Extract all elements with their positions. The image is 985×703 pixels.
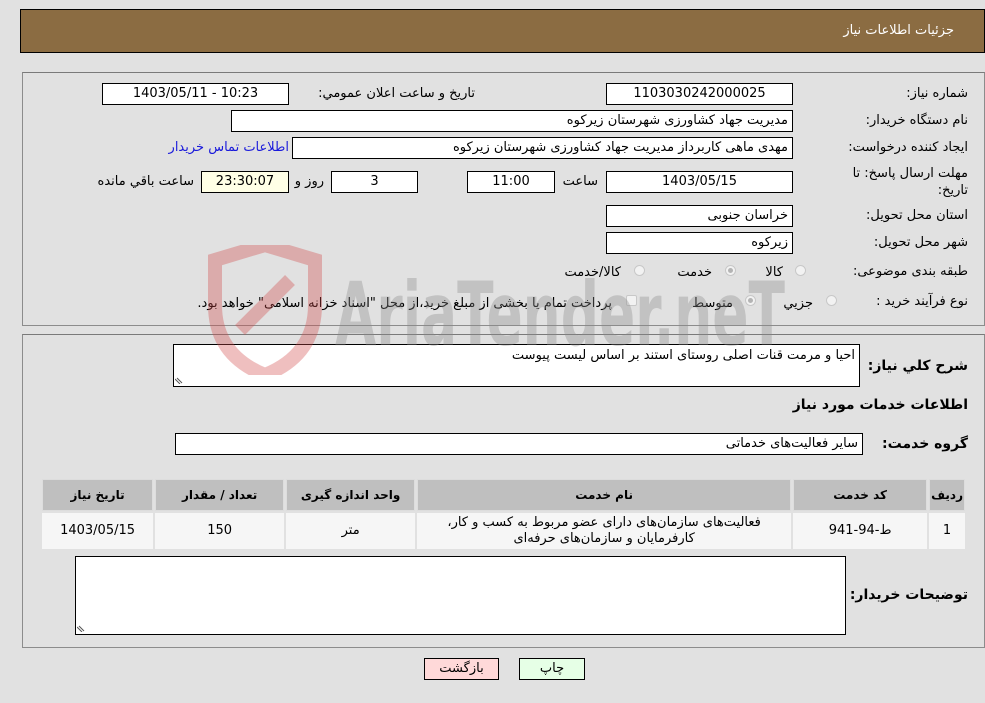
page-title: جزئیات اطلاعات نیاز (843, 23, 954, 38)
col-need-date: تاریخ نیاز (42, 479, 154, 511)
description-field[interactable]: احیا و مرمت قنات اصلی روستای استند بر اس… (173, 344, 860, 387)
cell-quantity: 150 (155, 513, 285, 549)
purchase-option-medium: متوسط (692, 296, 733, 311)
buyer-notes-label: توضیحات خریدار: (849, 587, 968, 603)
treasury-checkbox[interactable] (626, 295, 637, 306)
cell-need-date: 1403/05/15 (42, 513, 154, 549)
delivery-province-field[interactable]: خراسان جنوبی (606, 205, 793, 227)
purchase-radio-minor[interactable] (826, 295, 837, 306)
category-radio-service[interactable] (725, 265, 736, 276)
col-service-code: کد خدمت (793, 479, 928, 511)
remaining-time-field: 23:30:07 (201, 171, 289, 193)
page-header: جزئیات اطلاعات نیاز (20, 9, 985, 53)
resize-grip-icon[interactable] (175, 376, 183, 384)
col-quantity: تعداد / مقدار (155, 479, 285, 511)
deadline-label-line1: مهلت ارسال پاسخ: تا (852, 166, 968, 181)
delivery-city-field[interactable]: زیرکوه (606, 232, 793, 254)
buyer-org-label: نام دستگاه خریدار: (865, 113, 968, 128)
remaining-days-field[interactable]: 3 (331, 171, 418, 193)
description-label: شرح کلي نیاز: (867, 358, 968, 374)
category-radio-goods-service[interactable] (634, 265, 645, 276)
announce-datetime-field[interactable]: 1403/05/11 - 10:23 (102, 83, 289, 105)
back-button[interactable]: بازگشت (424, 658, 499, 680)
treasury-checkbox-label: پرداخت تمام یا بخشی از مبلغ خرید،از محل … (197, 296, 612, 311)
service-name-line1: فعالیت‌های سازمان‌های دارای عضو مربوط به… (447, 515, 761, 530)
description-text: احیا و مرمت قنات اصلی روستای استند بر اس… (511, 348, 855, 363)
service-group-label: گروه خدمت: (882, 436, 968, 452)
services-table: ردیف کد خدمت نام خدمت واحد اندازه گیری ت… (40, 477, 967, 551)
table-header-row: ردیف کد خدمت نام خدمت واحد اندازه گیری ت… (42, 479, 965, 511)
deadline-label-line2: تاریخ: (937, 183, 968, 198)
col-row-number: ردیف (929, 479, 965, 511)
cell-service-code: ط-94-941 (793, 513, 928, 549)
category-radio-goods[interactable] (795, 265, 806, 276)
deadline-time-field[interactable]: 11:00 (467, 171, 555, 193)
deadline-date-field[interactable]: 1403/05/15 (606, 171, 793, 193)
print-button[interactable]: چاپ (519, 658, 585, 680)
buyer-contact-link[interactable]: اطلاعات تماس خریدار (169, 140, 289, 155)
col-unit: واحد اندازه گیری (286, 479, 416, 511)
remaining-days-label: روز و (294, 174, 324, 189)
cell-unit: متر (286, 513, 416, 549)
table-row: 1 ط-94-941 فعالیت‌های سازمان‌های دارای ع… (42, 513, 965, 549)
need-number-field[interactable]: 1103030242000025 (606, 83, 793, 105)
purchase-radio-medium[interactable] (745, 295, 756, 306)
delivery-city-label: شهر محل تحویل: (873, 235, 968, 250)
buyer-notes-field[interactable] (75, 556, 846, 635)
deadline-time-label: ساعت (562, 174, 598, 189)
remaining-time-label: ساعت باقي مانده (97, 174, 194, 189)
purchase-type-label: نوع فرآیند خرید : (876, 294, 968, 309)
cell-row-number: 1 (929, 513, 965, 549)
cell-service-name: فعالیت‌های سازمان‌های دارای عضو مربوط به… (417, 513, 792, 549)
purchase-option-minor: جزيي (783, 296, 813, 311)
category-option-goods: کالا (765, 265, 783, 280)
category-label: طبقه بندی موضوعی: (852, 264, 968, 279)
announce-datetime-label: تاریخ و ساعت اعلان عمومي: (318, 86, 475, 101)
requester-field[interactable]: مهدی ماهی کاربرداز مدیریت جهاد کشاورزی ش… (292, 137, 793, 159)
need-number-label: شماره نیاز: (906, 86, 968, 101)
delivery-province-label: استان محل تحویل: (866, 208, 968, 223)
category-option-service: خدمت (677, 265, 712, 280)
col-service-name: نام خدمت (417, 479, 792, 511)
service-group-field[interactable]: سایر فعالیت‌های خدماتی (175, 433, 863, 455)
service-name-line2: کارفرمایان و سازمان‌های حرفه‌ای (513, 531, 695, 546)
buyer-org-field[interactable]: مدیریت جهاد کشاورزی شهرستان زیرکوه (231, 110, 793, 132)
services-section-title: اطلاعات خدمات مورد نیاز (792, 397, 968, 413)
resize-grip-icon[interactable] (77, 624, 85, 632)
category-option-goods-service: کالا/خدمت (564, 265, 621, 280)
requester-label: ایجاد کننده درخواست: (848, 140, 968, 155)
